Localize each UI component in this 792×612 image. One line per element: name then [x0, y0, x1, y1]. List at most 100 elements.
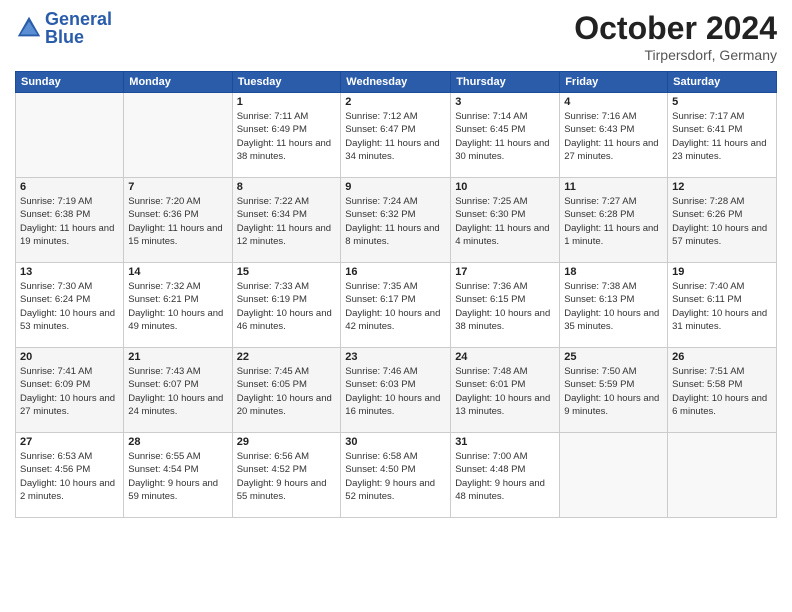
- day-info: Sunrise: 7:33 AM Sunset: 6:19 PM Dayligh…: [237, 280, 337, 333]
- calendar-cell: 1Sunrise: 7:11 AM Sunset: 6:49 PM Daylig…: [232, 93, 341, 178]
- day-number: 13: [20, 266, 119, 278]
- week-row-5: 27Sunrise: 6:53 AM Sunset: 4:56 PM Dayli…: [16, 433, 777, 518]
- day-info: Sunrise: 7:16 AM Sunset: 6:43 PM Dayligh…: [564, 110, 663, 163]
- calendar-cell: 31Sunrise: 7:00 AM Sunset: 4:48 PM Dayli…: [451, 433, 560, 518]
- day-info: Sunrise: 6:58 AM Sunset: 4:50 PM Dayligh…: [345, 450, 446, 503]
- day-number: 19: [672, 266, 772, 278]
- day-number: 22: [237, 351, 337, 363]
- calendar-cell: 22Sunrise: 7:45 AM Sunset: 6:05 PM Dayli…: [232, 348, 341, 433]
- week-row-2: 6 Sunrise: 7:19 AM Sunset: 6:38 PM Daylig…: [16, 178, 777, 263]
- calendar-cell: 14 Sunrise: 7:32 AM Sunset: 6:21 PM Dayli…: [124, 263, 232, 348]
- calendar-cell: 27Sunrise: 6:53 AM Sunset: 4:56 PM Dayli…: [16, 433, 124, 518]
- day-number: 4: [564, 96, 663, 108]
- day-number: 21: [128, 351, 227, 363]
- calendar-cell: [124, 93, 232, 178]
- weekday-header-saturday: Saturday: [668, 72, 777, 93]
- day-info: Sunrise: 7:48 AM Sunset: 6:01 PM Dayligh…: [455, 365, 555, 418]
- calendar-cell: 18Sunrise: 7:38 AM Sunset: 6:13 PM Dayli…: [560, 263, 668, 348]
- day-info: Sunrise: 7:00 AM Sunset: 4:48 PM Dayligh…: [455, 450, 555, 503]
- day-number: 9: [345, 181, 446, 193]
- calendar-cell: 26 Sunrise: 7:51 AM Sunset: 5:58 PM Dayli…: [668, 348, 777, 433]
- day-info: Sunrise: 7:25 AM Sunset: 6:30 PM Dayligh…: [455, 195, 555, 248]
- day-number: 7: [128, 181, 227, 193]
- day-info: Sunrise: 7:32 AM Sunset: 6:21 PM Dayligh…: [128, 280, 227, 333]
- weekday-header-wednesday: Wednesday: [341, 72, 451, 93]
- weekday-header-friday: Friday: [560, 72, 668, 93]
- day-info: Sunrise: 6:55 AM Sunset: 4:54 PM Dayligh…: [128, 450, 227, 503]
- calendar-cell: 9 Sunrise: 7:24 AM Sunset: 6:32 PM Daylig…: [341, 178, 451, 263]
- calendar-cell: 19 Sunrise: 7:40 AM Sunset: 6:11 PM Dayli…: [668, 263, 777, 348]
- calendar-cell: 10 Sunrise: 7:25 AM Sunset: 6:30 PM Dayli…: [451, 178, 560, 263]
- weekday-header-row: SundayMondayTuesdayWednesdayThursdayFrid…: [16, 72, 777, 93]
- day-number: 15: [237, 266, 337, 278]
- calendar-cell: 8 Sunrise: 7:22 AM Sunset: 6:34 PM Daylig…: [232, 178, 341, 263]
- location: Tirpersdorf, Germany: [574, 47, 777, 63]
- logo-icon: [15, 14, 43, 42]
- day-info: Sunrise: 7:27 AM Sunset: 6:28 PM Dayligh…: [564, 195, 663, 248]
- day-number: 17: [455, 266, 555, 278]
- day-number: 25: [564, 351, 663, 363]
- day-number: 20: [20, 351, 119, 363]
- weekday-header-sunday: Sunday: [16, 72, 124, 93]
- day-number: 30: [345, 436, 446, 448]
- day-number: 8: [237, 181, 337, 193]
- calendar-cell: [560, 433, 668, 518]
- calendar-cell: 2Sunrise: 7:12 AM Sunset: 6:47 PM Daylig…: [341, 93, 451, 178]
- calendar-cell: 29 Sunrise: 6:56 AM Sunset: 4:52 PM Dayli…: [232, 433, 341, 518]
- day-number: 23: [345, 351, 446, 363]
- day-number: 6: [20, 181, 119, 193]
- day-number: 16: [345, 266, 446, 278]
- day-info: Sunrise: 7:36 AM Sunset: 6:15 PM Dayligh…: [455, 280, 555, 333]
- calendar-cell: 30 Sunrise: 6:58 AM Sunset: 4:50 PM Dayli…: [341, 433, 451, 518]
- month-title: October 2024: [574, 10, 777, 47]
- day-info: Sunrise: 7:24 AM Sunset: 6:32 PM Dayligh…: [345, 195, 446, 248]
- calendar-cell: 12Sunrise: 7:28 AM Sunset: 6:26 PM Dayli…: [668, 178, 777, 263]
- day-info: Sunrise: 7:14 AM Sunset: 6:45 PM Dayligh…: [455, 110, 555, 163]
- day-number: 27: [20, 436, 119, 448]
- day-info: Sunrise: 7:40 AM Sunset: 6:11 PM Dayligh…: [672, 280, 772, 333]
- day-info: Sunrise: 7:22 AM Sunset: 6:34 PM Dayligh…: [237, 195, 337, 248]
- week-row-3: 13Sunrise: 7:30 AM Sunset: 6:24 PM Dayli…: [16, 263, 777, 348]
- calendar-cell: 24Sunrise: 7:48 AM Sunset: 6:01 PM Dayli…: [451, 348, 560, 433]
- day-info: Sunrise: 7:35 AM Sunset: 6:17 PM Dayligh…: [345, 280, 446, 333]
- day-info: Sunrise: 7:12 AM Sunset: 6:47 PM Dayligh…: [345, 110, 446, 163]
- day-info: Sunrise: 7:19 AM Sunset: 6:38 PM Dayligh…: [20, 195, 119, 248]
- day-number: 29: [237, 436, 337, 448]
- day-info: Sunrise: 7:51 AM Sunset: 5:58 PM Dayligh…: [672, 365, 772, 418]
- calendar-cell: 28 Sunrise: 6:55 AM Sunset: 4:54 PM Dayli…: [124, 433, 232, 518]
- calendar-cell: 21 Sunrise: 7:43 AM Sunset: 6:07 PM Dayli…: [124, 348, 232, 433]
- page: General Blue October 2024 Tirpersdorf, G…: [0, 0, 792, 612]
- day-number: 5: [672, 96, 772, 108]
- calendar-cell: [16, 93, 124, 178]
- calendar-cell: 4 Sunrise: 7:16 AM Sunset: 6:43 PM Daylig…: [560, 93, 668, 178]
- calendar-cell: 23 Sunrise: 7:46 AM Sunset: 6:03 PM Dayli…: [341, 348, 451, 433]
- calendar-table: SundayMondayTuesdayWednesdayThursdayFrid…: [15, 71, 777, 518]
- header: General Blue October 2024 Tirpersdorf, G…: [15, 10, 777, 63]
- day-info: Sunrise: 7:46 AM Sunset: 6:03 PM Dayligh…: [345, 365, 446, 418]
- day-number: 12: [672, 181, 772, 193]
- day-info: Sunrise: 7:43 AM Sunset: 6:07 PM Dayligh…: [128, 365, 227, 418]
- day-number: 28: [128, 436, 227, 448]
- day-info: Sunrise: 7:20 AM Sunset: 6:36 PM Dayligh…: [128, 195, 227, 248]
- calendar-cell: 3 Sunrise: 7:14 AM Sunset: 6:45 PM Daylig…: [451, 93, 560, 178]
- day-number: 14: [128, 266, 227, 278]
- weekday-header-thursday: Thursday: [451, 72, 560, 93]
- day-number: 3: [455, 96, 555, 108]
- calendar-cell: 15 Sunrise: 7:33 AM Sunset: 6:19 PM Dayli…: [232, 263, 341, 348]
- calendar-cell: 7 Sunrise: 7:20 AM Sunset: 6:36 PM Daylig…: [124, 178, 232, 263]
- calendar-cell: 11 Sunrise: 7:27 AM Sunset: 6:28 PM Dayli…: [560, 178, 668, 263]
- weekday-header-tuesday: Tuesday: [232, 72, 341, 93]
- calendar-cell: 13Sunrise: 7:30 AM Sunset: 6:24 PM Dayli…: [16, 263, 124, 348]
- day-info: Sunrise: 7:38 AM Sunset: 6:13 PM Dayligh…: [564, 280, 663, 333]
- week-row-1: 1Sunrise: 7:11 AM Sunset: 6:49 PM Daylig…: [16, 93, 777, 178]
- day-info: Sunrise: 6:56 AM Sunset: 4:52 PM Dayligh…: [237, 450, 337, 503]
- day-number: 10: [455, 181, 555, 193]
- week-row-4: 20Sunrise: 7:41 AM Sunset: 6:09 PM Dayli…: [16, 348, 777, 433]
- calendar-cell: [668, 433, 777, 518]
- day-number: 11: [564, 181, 663, 193]
- weekday-header-monday: Monday: [124, 72, 232, 93]
- day-number: 1: [237, 96, 337, 108]
- logo-text: General Blue: [45, 10, 112, 46]
- day-number: 26: [672, 351, 772, 363]
- day-info: Sunrise: 7:17 AM Sunset: 6:41 PM Dayligh…: [672, 110, 772, 163]
